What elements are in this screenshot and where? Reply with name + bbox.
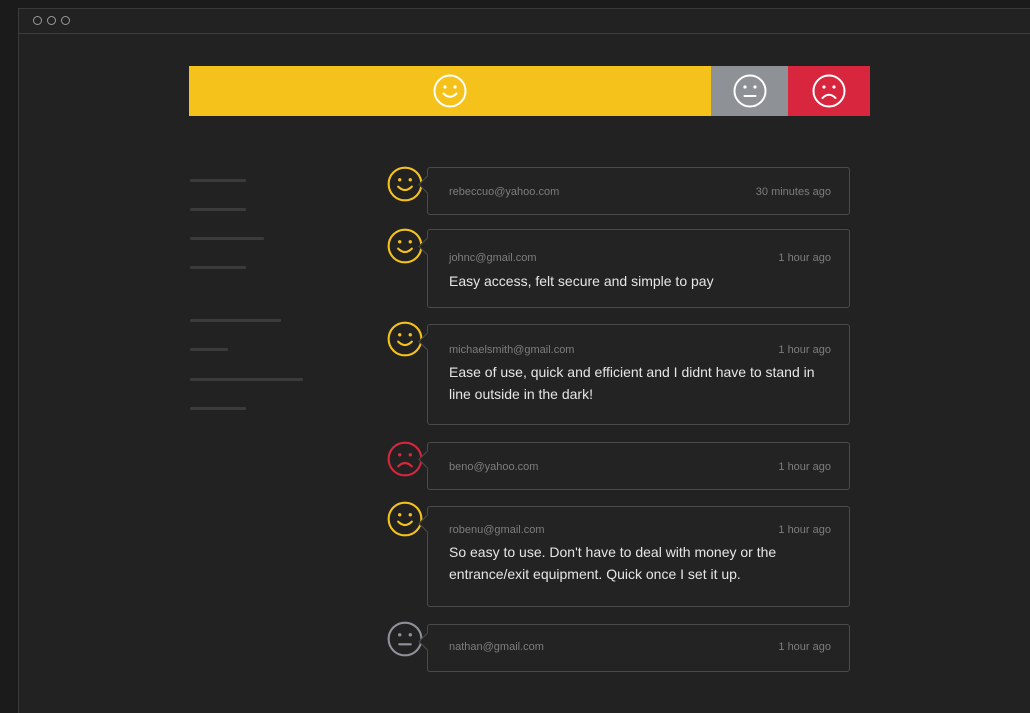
feedback-time: 1 hour ago — [778, 252, 831, 264]
smiley-face-icon — [387, 321, 423, 357]
feedback-email: nathan@gmail.com — [449, 641, 544, 653]
sad-face-icon — [812, 74, 846, 108]
feedback-time: 1 hour ago — [778, 641, 831, 653]
close-window-button[interactable] — [33, 16, 42, 25]
neutral-face-icon — [387, 621, 423, 657]
sidebar-item[interactable] — [190, 319, 281, 322]
sidebar-item[interactable] — [190, 348, 228, 351]
feedback-time: 1 hour ago — [778, 524, 831, 536]
smiley-face-icon — [433, 74, 467, 108]
feedback-card[interactable]: beno@yahoo.com 1 hour ago — [418, 442, 850, 490]
sidebar-item[interactable] — [190, 179, 246, 182]
sentiment-bar-neutral-segment[interactable] — [711, 66, 788, 116]
sidebar-item[interactable] — [190, 378, 303, 381]
sentiment-bar-sad-segment[interactable] — [788, 66, 870, 116]
feedback-email: beno@yahoo.com — [449, 461, 539, 473]
feedback-card[interactable]: rebeccuo@yahoo.com 30 minutes ago — [418, 167, 850, 215]
sidebar-item[interactable] — [190, 237, 264, 240]
smiley-face-icon — [387, 501, 423, 537]
feedback-comment: So easy to use. Don't have to deal with … — [449, 544, 777, 582]
feedback-email: johnc@gmail.com — [449, 252, 537, 264]
maximize-window-button[interactable] — [61, 16, 70, 25]
feedback-email: michaelsmith@gmail.com — [449, 344, 575, 356]
minimize-window-button[interactable] — [47, 16, 56, 25]
feedback-comment: Easy access, felt secure and simple to p… — [449, 273, 714, 289]
sidebar-item[interactable] — [190, 266, 246, 269]
feedback-time: 1 hour ago — [778, 344, 831, 356]
feedback-card[interactable]: johnc@gmail.com 1 hour ago Easy access, … — [418, 229, 850, 308]
sentiment-bar-happy-segment[interactable] — [189, 66, 711, 116]
feedback-time: 30 minutes ago — [755, 186, 831, 198]
title-bar — [19, 9, 1030, 34]
sidebar-item[interactable] — [190, 407, 246, 410]
feedback-card[interactable]: robenu@gmail.com 1 hour ago So easy to u… — [418, 506, 850, 607]
feedback-email: rebeccuo@yahoo.com — [449, 186, 560, 198]
feedback-time: 1 hour ago — [778, 461, 831, 473]
sidebar-item[interactable] — [190, 208, 246, 211]
feedback-comment: Ease of use, quick and efficient and I d… — [449, 364, 815, 402]
feedback-card[interactable]: nathan@gmail.com 1 hour ago — [418, 624, 850, 672]
neutral-face-icon — [733, 74, 766, 108]
feedback-email: robenu@gmail.com — [449, 524, 545, 536]
feedback-card[interactable]: michaelsmith@gmail.com 1 hour ago Ease o… — [418, 324, 850, 425]
